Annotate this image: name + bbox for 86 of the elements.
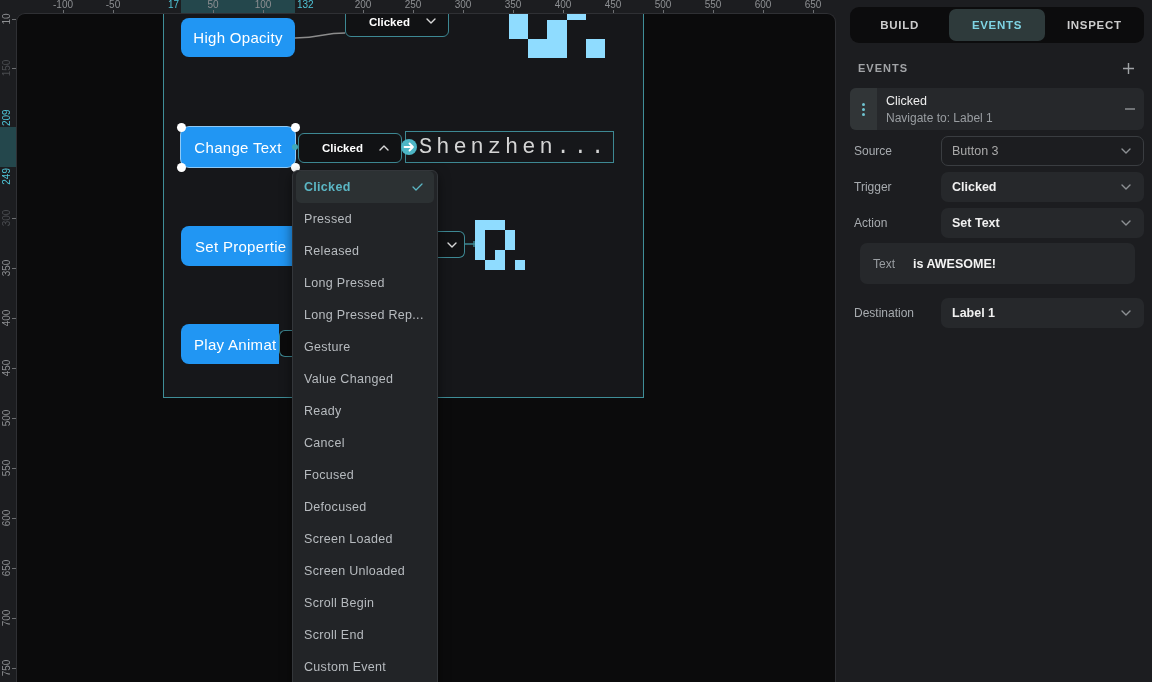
chevron-down-icon	[1121, 184, 1131, 190]
ruler-label: 50	[207, 0, 219, 10]
ruler-label: 132	[297, 0, 314, 10]
ruler-label: 550	[704, 0, 722, 10]
arrow-right-icon[interactable]	[401, 139, 417, 155]
ruler-label: 650	[804, 0, 822, 10]
field-label: Trigger	[853, 180, 893, 194]
ruler-label: 300	[454, 0, 472, 10]
tab[interactable]: INSPECT	[1046, 9, 1142, 41]
connector-line	[295, 30, 345, 41]
pixel-art-drawing	[475, 220, 525, 270]
selection-handle[interactable]	[176, 162, 186, 172]
ruler-label: 400	[2, 309, 12, 327]
menu-item[interactable]: Focused	[296, 459, 434, 491]
chevron-down-icon	[426, 18, 436, 24]
ruler-label: 650	[2, 559, 12, 577]
selection-handle[interactable]	[176, 122, 186, 132]
menu-item[interactable]: Gesture	[296, 331, 434, 363]
ruler-label: 350	[2, 259, 12, 277]
ruler-label: 10	[2, 13, 12, 25]
ruler-label: 400	[554, 0, 572, 10]
menu-item[interactable]: Cancel	[296, 427, 434, 459]
ruler-label: -50	[105, 0, 121, 10]
ruler-label: 750	[2, 659, 12, 677]
chevron-down-icon	[1121, 220, 1131, 226]
menu-item[interactable]: Value Changed	[296, 363, 434, 395]
menu-item[interactable]: Scroll Begin	[296, 587, 434, 619]
menu-item[interactable]: Scroll End	[296, 619, 434, 651]
chevron-down-icon	[447, 241, 457, 248]
ruler-label: 249	[2, 168, 12, 185]
check-icon	[412, 183, 423, 191]
event-dropdown[interactable]: Clicked	[298, 133, 402, 163]
event-title: Clicked	[886, 93, 927, 108]
ruler-label: 500	[654, 0, 672, 10]
label-widget: Shenzhen...	[405, 131, 614, 163]
event-dropdown[interactable]: Clicked	[345, 14, 449, 37]
field-label: Action	[853, 216, 889, 230]
ruler-label: 200	[354, 0, 372, 10]
menu-item[interactable]: Screen Loaded	[296, 523, 434, 555]
menu-item[interactable]: Long Pressed	[296, 267, 434, 299]
menu-item[interactable]: Defocused	[296, 491, 434, 523]
menu-item[interactable]: Released	[296, 235, 434, 267]
ruler-label: 350	[504, 0, 522, 10]
field-label: Source	[853, 144, 894, 158]
event-subtitle: Navigate to: Label 1	[886, 110, 993, 125]
selection-range-band	[0, 127, 16, 167]
ruler-label: 209	[2, 109, 12, 126]
add-icon[interactable]	[1123, 62, 1134, 74]
ruler-label: 17	[167, 0, 179, 10]
ruler-label: 500	[2, 409, 12, 427]
ruler-label: 450	[604, 0, 622, 10]
select-field[interactable]: Clicked	[941, 172, 1144, 202]
menu-item[interactable]: Ready	[296, 395, 434, 427]
ruler-label: 100	[254, 0, 272, 10]
drag-handle[interactable]	[850, 88, 877, 130]
ruler-label: 600	[2, 509, 12, 527]
select-field[interactable]: Set Text	[941, 208, 1144, 238]
field-label: Destination	[853, 306, 916, 320]
ruler-label: 250	[404, 0, 422, 10]
event-card[interactable]: Clicked Navigate to: Label 1	[850, 88, 1144, 130]
chevron-down-icon	[1121, 310, 1131, 316]
selection-handle[interactable]	[290, 162, 300, 172]
field-label: Text	[873, 256, 896, 271]
connector-port-icon[interactable]	[292, 144, 298, 150]
event-dropdown[interactable]	[438, 231, 465, 258]
chevron-down-icon	[1121, 148, 1131, 154]
ruler-label: -100	[53, 0, 73, 10]
chevron-up-icon	[379, 145, 389, 151]
menu-item[interactable]: Custom Event	[296, 651, 434, 682]
section-title: EVENTS	[858, 62, 908, 74]
menu-item[interactable]: Screen Unloaded	[296, 555, 434, 587]
menu-item[interactable]: Pressed	[296, 203, 434, 235]
select-field[interactable]: Label 1	[941, 298, 1144, 328]
tab[interactable]: EVENTS	[949, 9, 1045, 41]
ruler-label: 450	[2, 359, 12, 377]
connector-line	[465, 240, 475, 248]
tab[interactable]: BUILD	[852, 9, 948, 41]
ruler-label: 600	[754, 0, 772, 10]
selection-handle[interactable]	[290, 122, 300, 132]
vertical-dots-icon	[862, 102, 865, 116]
ruler-label: 550	[2, 459, 12, 477]
text-input[interactable]: is AWESOME!	[913, 256, 996, 271]
ruler-label: 700	[2, 609, 12, 627]
menu-item[interactable]: Clicked	[296, 171, 434, 203]
event-dropdown[interactable]	[279, 330, 293, 357]
menu-item[interactable]: Long Pressed Rep...	[296, 299, 434, 331]
